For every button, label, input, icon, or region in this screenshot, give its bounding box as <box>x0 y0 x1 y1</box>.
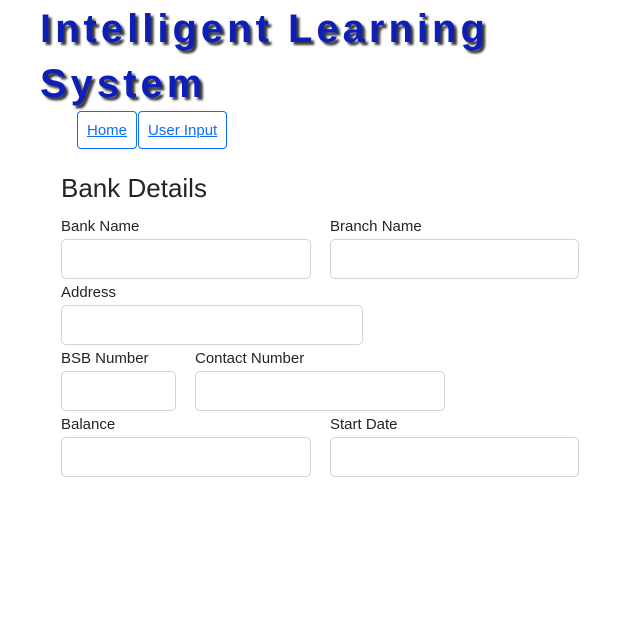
contact-number-input[interactable] <box>195 371 445 411</box>
bank-name-input[interactable] <box>61 239 311 279</box>
branch-name-label: Branch Name <box>330 218 422 235</box>
branch-name-input[interactable] <box>330 239 579 279</box>
start-date-input[interactable] <box>330 437 579 477</box>
form-title: Bank Details <box>61 173 207 203</box>
contact-number-label: Contact Number <box>195 350 305 367</box>
app-title-line-2: System <box>40 62 207 106</box>
nav-home-link[interactable]: Home <box>77 111 138 149</box>
balance-label: Balance <box>61 416 116 433</box>
nav-user-input-link[interactable]: User Input <box>138 111 228 149</box>
address-label: Address <box>61 284 117 301</box>
bank-name-label: Bank Name <box>61 218 140 235</box>
address-input[interactable] <box>61 305 363 345</box>
start-date-label: Start Date <box>330 416 398 433</box>
main-nav: Home User Input <box>77 111 228 149</box>
bsb-number-input[interactable] <box>61 371 176 411</box>
app-title-line-1: Intelligent Learning <box>40 7 489 51</box>
balance-input[interactable] <box>61 437 311 477</box>
app-title: Intelligent Learning System <box>40 2 489 112</box>
bsb-number-label: BSB Number <box>61 350 149 367</box>
